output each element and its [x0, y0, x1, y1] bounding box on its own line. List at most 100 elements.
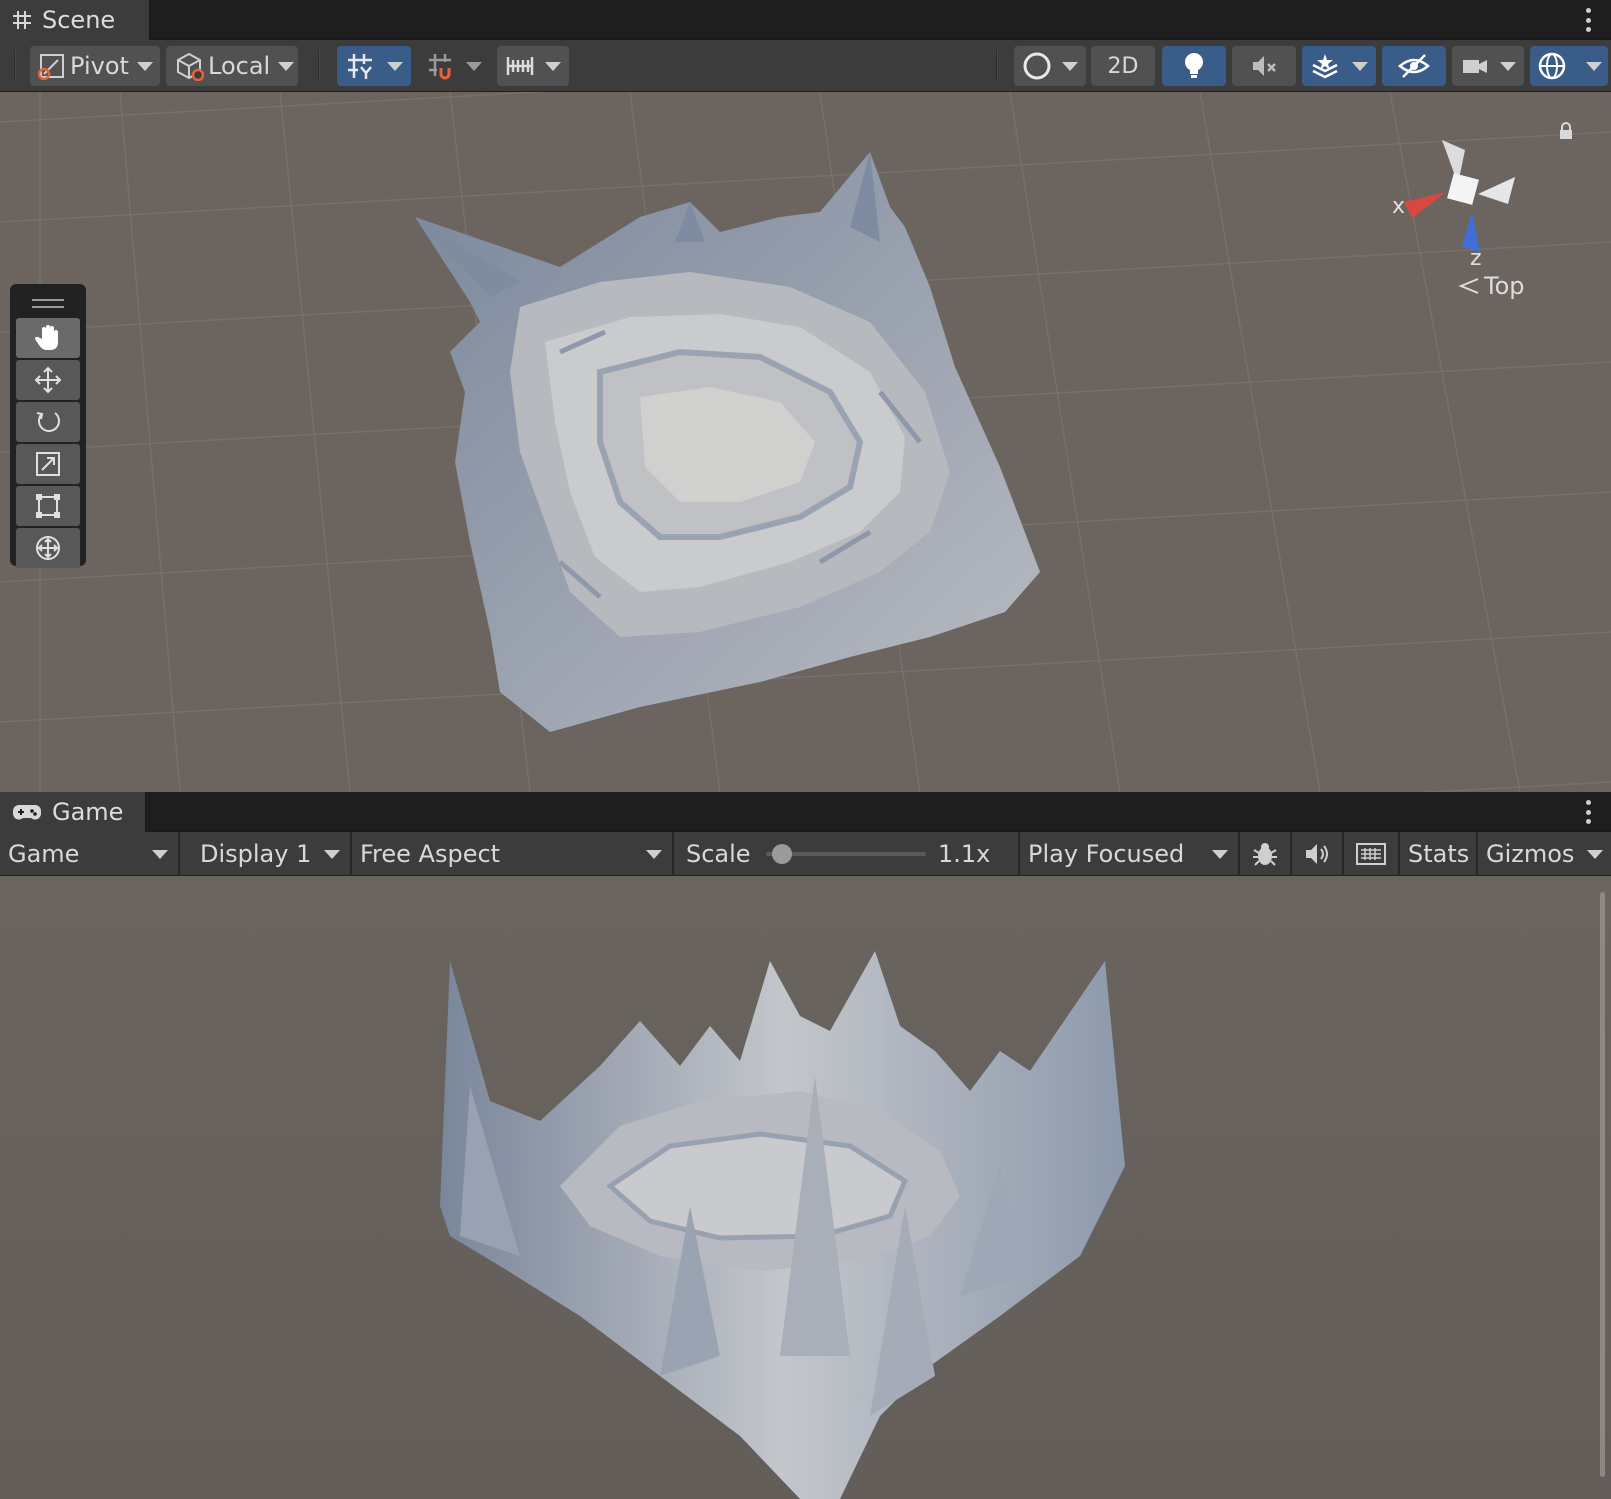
scale-slider[interactable]	[766, 844, 926, 864]
game-view-dropdown-label: Game	[8, 840, 80, 868]
game-viewport[interactable]	[0, 876, 1611, 1499]
game-more-menu[interactable]	[1585, 800, 1591, 824]
shading-sphere-icon	[1022, 51, 1052, 81]
debug-toggle[interactable]	[1240, 832, 1292, 876]
play-mode-label: Play Focused	[1028, 840, 1185, 868]
game-gizmos-button[interactable]: Gizmos	[1478, 832, 1576, 876]
pivot-dropdown[interactable]: Pivot	[30, 46, 160, 86]
gizmo-axis-z-label: z	[1470, 246, 1482, 271]
move-icon	[33, 365, 63, 395]
chevron-down-icon[interactable]	[1352, 61, 1368, 71]
scene-camera-dropdown[interactable]	[1452, 46, 1524, 86]
keyboard-shortcuts-toggle[interactable]	[1344, 832, 1400, 876]
mute-audio-toggle[interactable]	[1292, 832, 1344, 876]
game-tab-label: Game	[52, 798, 124, 826]
game-render	[440, 951, 1125, 1499]
chevron-down-icon[interactable]	[387, 61, 403, 71]
toggle-2d-button[interactable]: 2D	[1091, 46, 1155, 86]
rect-tool-button[interactable]	[16, 486, 80, 526]
scene-visibility-toggle[interactable]	[1382, 46, 1446, 86]
toolbar-separator	[318, 50, 320, 82]
gizmo-view-text: Top	[1484, 272, 1525, 300]
toggle-2d-label: 2D	[1107, 53, 1139, 79]
stats-button[interactable]: Stats	[1400, 832, 1478, 876]
effects-toggle[interactable]	[1302, 46, 1376, 86]
lightbulb-icon	[1181, 51, 1207, 81]
hidden-eye-icon	[1397, 51, 1431, 81]
game-gizmos-dropdown[interactable]	[1576, 832, 1611, 876]
scene-panel: Scene Pivot Local 2D x z Top	[0, 0, 1611, 792]
local-dropdown[interactable]: Local	[166, 46, 298, 86]
chevron-down-icon	[136, 61, 153, 71]
chevron-down-icon[interactable]	[545, 61, 561, 71]
local-label: Local	[208, 52, 271, 80]
gizmo-axis-x-label: x	[1392, 194, 1406, 219]
game-view-scrollbar[interactable]	[1600, 892, 1605, 1477]
local-cube-icon	[174, 51, 204, 81]
gizmos-toggle[interactable]	[1530, 46, 1608, 86]
game-gizmos-label: Gizmos	[1486, 840, 1575, 868]
terrain-mesh-game	[440, 951, 1125, 1499]
chevron-down-icon	[1500, 61, 1516, 71]
orientation-gizmo[interactable]: x z Top	[1392, 122, 1580, 322]
scale-slider-thumb[interactable]	[772, 844, 792, 864]
chevron-down-icon	[646, 850, 662, 859]
gizmo-lock-icon[interactable]	[1558, 122, 1574, 140]
play-mode-dropdown[interactable]: Play Focused	[1020, 832, 1240, 876]
chevron-down-icon	[1587, 850, 1603, 859]
audio-mute-icon	[1249, 51, 1279, 81]
scene-viewport[interactable]: x z Top	[0, 92, 1611, 792]
chevron-down-icon	[278, 61, 295, 71]
tab-game[interactable]: Game	[0, 792, 146, 832]
chevron-down-icon	[1212, 850, 1228, 859]
tool-palette-handle[interactable]	[16, 288, 80, 318]
lighting-toggle[interactable]	[1162, 46, 1226, 86]
audio-toggle[interactable]	[1232, 46, 1296, 86]
gizmo-view-label[interactable]: Top	[1458, 272, 1525, 300]
bug-icon	[1251, 840, 1279, 868]
scene-more-menu[interactable]	[1585, 8, 1591, 32]
game-panel: Game Game Display 1 Free Aspect Scale 1.…	[0, 792, 1611, 1499]
chevron-left-icon	[1458, 276, 1480, 296]
rotate-tool-button[interactable]	[16, 402, 80, 442]
chevron-down-icon[interactable]	[466, 61, 482, 71]
game-toolbar: Game Display 1 Free Aspect Scale 1.1x Pl…	[0, 832, 1611, 876]
hand-tool-button[interactable]	[16, 318, 80, 358]
transform-tool-button[interactable]	[16, 528, 80, 568]
scale-icon	[33, 449, 63, 479]
grid-snap-toggle[interactable]	[337, 46, 411, 86]
display-dropdown[interactable]: Display 1	[180, 832, 352, 876]
aspect-dropdown[interactable]: Free Aspect	[352, 832, 674, 876]
effects-layers-icon	[1310, 51, 1340, 81]
stats-label: Stats	[1408, 840, 1470, 868]
ruler-toggle[interactable]	[497, 46, 569, 86]
keyboard-icon	[1356, 842, 1386, 866]
scene-tab-label: Scene	[42, 6, 116, 34]
hand-icon	[33, 323, 63, 353]
grid-y-icon	[345, 51, 375, 81]
chevron-down-icon[interactable]	[1586, 61, 1602, 71]
snap-magnet-icon	[426, 51, 456, 81]
scale-tool-button[interactable]	[16, 444, 80, 484]
game-view-dropdown[interactable]: Game	[0, 832, 180, 876]
tab-scene[interactable]: Scene	[0, 0, 150, 40]
chevron-down-icon	[1062, 61, 1078, 71]
ruler-icon	[505, 51, 535, 81]
chevron-down-icon	[152, 850, 168, 859]
shading-mode-dropdown[interactable]	[1014, 46, 1086, 86]
scale-control: Scale 1.1x	[674, 832, 1020, 876]
scene-render	[0, 92, 1611, 792]
rotate-icon	[33, 407, 63, 437]
scene-grid-icon	[12, 10, 32, 30]
gamepad-icon	[12, 802, 42, 822]
scene-tab-bar: Scene	[0, 0, 1611, 40]
rect-icon	[33, 491, 63, 521]
scale-label: Scale	[686, 840, 751, 868]
aspect-dropdown-label: Free Aspect	[360, 840, 501, 868]
increment-snap-toggle[interactable]	[418, 46, 490, 86]
speaker-icon	[1303, 840, 1331, 868]
pivot-label: Pivot	[70, 52, 129, 80]
scene-toolbar: Pivot Local 2D	[0, 40, 1611, 92]
move-tool-button[interactable]	[16, 360, 80, 400]
game-tab-bar: Game	[0, 792, 1611, 832]
